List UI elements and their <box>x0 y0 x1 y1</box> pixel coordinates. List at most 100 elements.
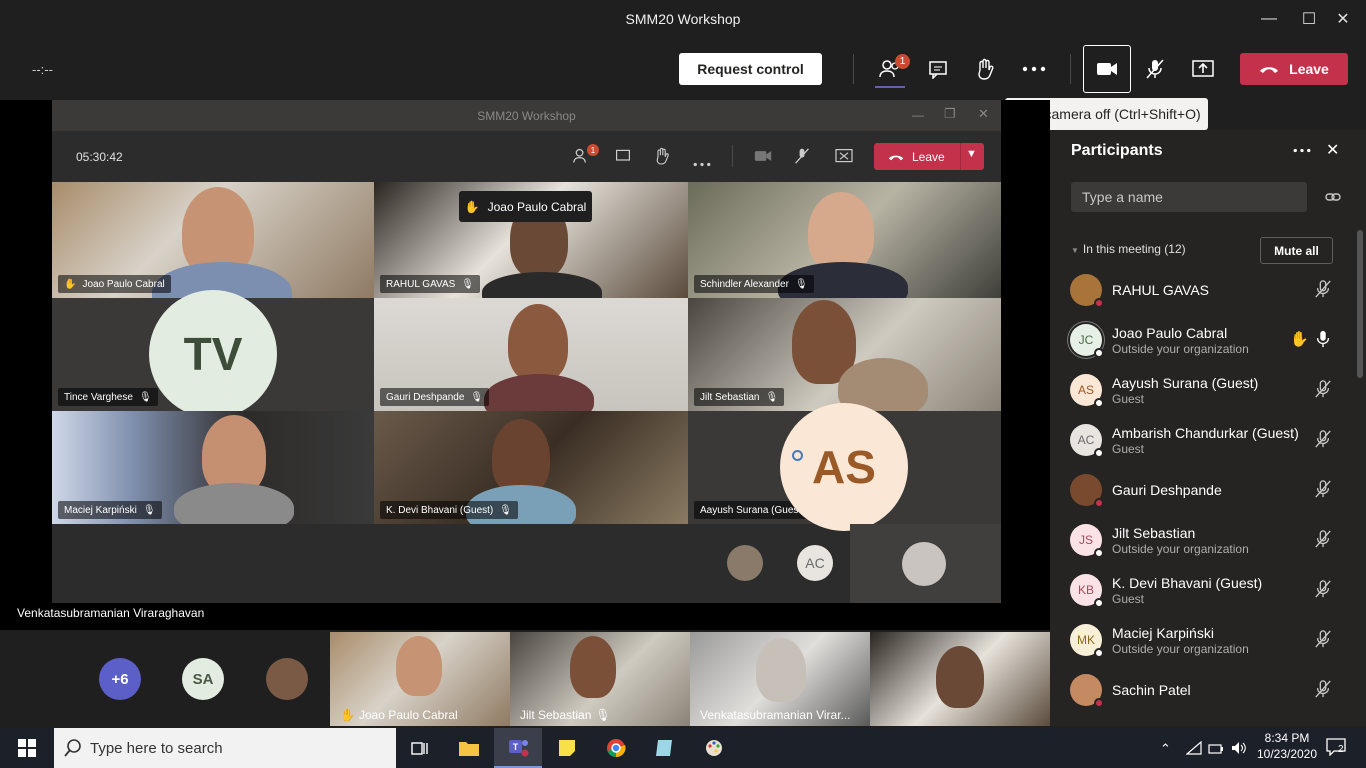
mic-off-icon[interactable] <box>1314 279 1334 299</box>
presence-status-icon <box>1094 548 1104 558</box>
mic-off-icon[interactable] <box>1314 379 1334 399</box>
participant-row[interactable]: Gauri Deshpande <box>1050 465 1350 515</box>
microphone-toggle-button[interactable] <box>1136 51 1174 87</box>
taskbar-clock[interactable]: 8:34 PM 10/23/2020 <box>1254 730 1320 762</box>
participant-avatar: SA <box>182 658 224 700</box>
more-actions-button[interactable] <box>1015 51 1053 87</box>
presence-status-icon <box>1094 298 1104 308</box>
shared-leave-chevron-icon: ▼ <box>966 148 977 160</box>
participant-row[interactable]: MK Maciej Karpiński Outside your organizat… <box>1050 615 1350 665</box>
sticky-notes-button[interactable] <box>543 728 591 768</box>
camera-toggle-button[interactable] <box>1083 45 1131 93</box>
in-meeting-section-header[interactable]: ▼ In this meeting (12) <box>1071 242 1186 256</box>
close-panel-button[interactable]: ✕ <box>1326 140 1339 160</box>
raised-hand-icon: ✋ <box>340 708 355 722</box>
task-view-button[interactable] <box>396 728 444 768</box>
presence-status-icon <box>1094 598 1104 608</box>
participant-search-input[interactable]: Type a name <box>1071 182 1307 212</box>
participant-name: Gauri Deshpande <box>1112 482 1222 498</box>
video-tile[interactable]: K. Devi Bhavani (Guest) 🎙 <box>374 411 688 524</box>
presence-status-icon <box>1094 498 1104 508</box>
shared-meeting-timer: 05:30:42 <box>76 150 123 164</box>
tile-name-label: Maciej Karpiński 🎙 <box>58 501 162 519</box>
mic-off-icon[interactable] <box>1314 529 1334 549</box>
mic-off-icon[interactable] <box>1314 479 1334 499</box>
shared-camera-off-icon <box>754 149 772 168</box>
video-tile[interactable] <box>870 632 1050 726</box>
network-icon[interactable] <box>1185 740 1202 760</box>
tile-name-label: ✋ Joao Paulo Cabral <box>340 708 458 722</box>
window-title: SMM20 Workshop <box>625 11 741 27</box>
participant-name: Aayush Surana (Guest) <box>1112 375 1259 391</box>
share-invite-button[interactable] <box>1325 190 1341 208</box>
action-center-button[interactable]: 2 <box>1326 738 1350 760</box>
volume-icon[interactable] <box>1231 741 1247 760</box>
show-hidden-icons-button[interactable]: ⌃ <box>1160 741 1171 757</box>
video-tile[interactable]: Gauri Deshpande 🎙 <box>374 298 688 411</box>
mic-off-icon: 🎙 <box>470 391 484 403</box>
shared-window-title: SMM20 Workshop <box>477 109 576 123</box>
tile-avatar: AS <box>780 403 908 531</box>
paint-button[interactable] <box>690 728 738 768</box>
video-tile[interactable]: ✋ Joao Paulo Cabral <box>52 182 374 298</box>
participant-name: Joao Paulo Cabral <box>1112 325 1228 341</box>
request-control-button[interactable]: Request control <box>679 53 822 85</box>
leave-button[interactable]: Leave <box>1240 53 1348 85</box>
tile-name-label: Tince Varghese 🎙 <box>58 388 158 406</box>
mic-icon[interactable] <box>1314 329 1334 349</box>
tile-name-label: Gauri Deshpande 🎙 <box>380 388 490 406</box>
mute-all-button[interactable]: Mute all <box>1260 237 1333 264</box>
shared-participants-badge: 1 <box>587 144 599 156</box>
video-tile[interactable]: Venkatasubramanian Virar... <box>690 632 870 726</box>
presence-status-icon <box>1094 398 1104 408</box>
battery-icon[interactable] <box>1208 742 1224 760</box>
mic-off-icon[interactable] <box>1314 429 1334 449</box>
participant-row[interactable]: AS Aayush Surana (Guest) Guest <box>1050 365 1350 415</box>
participant-row[interactable]: RAHUL GAVAS <box>1050 265 1350 315</box>
panel-scrollbar[interactable] <box>1357 230 1363 378</box>
clock-date: 10/23/2020 <box>1256 747 1318 761</box>
participant-row[interactable]: AC Ambarish Chandurkar (Guest) Guest <box>1050 415 1350 465</box>
mic-off-icon[interactable] <box>1314 679 1334 699</box>
video-tile[interactable]: Schindler Alexander 🎙 <box>688 182 1001 298</box>
shared-stop-share-icon <box>835 148 853 169</box>
raise-hand-button[interactable] <box>966 51 1004 87</box>
participant-subtitle: Guest <box>1112 392 1145 406</box>
tile-name-label: Jilt Sebastian 🎙 <box>694 388 785 406</box>
tile-name-label: K. Devi Bhavani (Guest) 🎙 <box>380 501 518 519</box>
taskbar-search-input[interactable]: Type here to search <box>54 728 396 768</box>
presence-status-icon <box>1094 348 1104 358</box>
participant-row[interactable]: Sachin Patel <box>1050 665 1350 715</box>
chrome-button[interactable] <box>592 728 640 768</box>
panel-more-options-button[interactable] <box>1293 140 1311 158</box>
chat-button[interactable] <box>919 51 957 87</box>
participant-row[interactable]: JS Jilt Sebastian Outside your organizatio… <box>1050 515 1350 565</box>
share-screen-button[interactable] <box>1184 51 1222 87</box>
shared-divider <box>732 145 733 167</box>
video-tile[interactable]: Jilt Sebastian 🎙 <box>510 632 690 726</box>
video-tile[interactable]: ✋ Joao Paulo Cabral <box>330 632 510 726</box>
notification-count: 2 <box>1338 744 1344 755</box>
close-window-button[interactable]: ✕ <box>1320 0 1366 38</box>
mic-off-icon: 🎙 <box>142 504 156 516</box>
app-button[interactable] <box>641 728 689 768</box>
video-tile[interactable]: Maciej Karpiński 🎙 <box>52 411 374 524</box>
teams-taskbar-button[interactable]: T <box>494 728 542 768</box>
start-button[interactable] <box>18 739 36 762</box>
mic-off-icon: 🎙 <box>595 708 611 722</box>
mic-off-icon[interactable] <box>1314 629 1334 649</box>
participant-avatar <box>266 658 308 700</box>
mic-off-icon[interactable] <box>1314 579 1334 599</box>
participants-button[interactable]: 1 <box>871 51 910 88</box>
video-tile[interactable]: Jilt Sebastian 🎙 <box>688 298 1001 411</box>
participant-row[interactable]: KB K. Devi Bhavani (Guest) Guest <box>1050 565 1350 615</box>
shared-chat-icon <box>615 148 631 169</box>
participant-subtitle: Guest <box>1112 442 1145 456</box>
participant-subtitle: Outside your organization <box>1112 542 1249 556</box>
leave-label: Leave <box>1289 61 1329 77</box>
more-participants-button[interactable]: +6 <box>99 658 141 700</box>
participant-row[interactable]: JC Joao Paulo Cabral Outside your organiza… <box>1050 315 1350 365</box>
participant-name: Ambarish Chandurkar (Guest) <box>1112 425 1299 441</box>
teams-icon: T <box>509 740 529 757</box>
file-explorer-button[interactable] <box>445 728 493 768</box>
